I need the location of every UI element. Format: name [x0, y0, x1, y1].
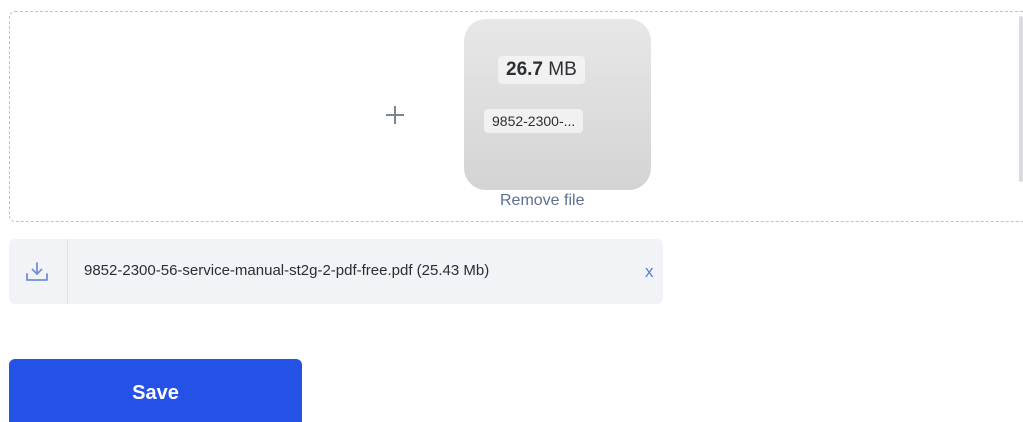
- attachment-icon-cell[interactable]: [9, 239, 68, 304]
- file-size-unit: MB: [548, 59, 577, 80]
- plus-icon[interactable]: [384, 104, 406, 126]
- remove-file-link[interactable]: Remove file: [500, 191, 584, 211]
- file-upload-form: 26.7 MB 9852-2300-... Remove file 9852-2…: [0, 0, 1023, 422]
- close-icon[interactable]: x: [645, 263, 654, 281]
- download-icon[interactable]: [25, 261, 49, 283]
- file-size-label: 26.7 MB: [498, 56, 585, 84]
- attachment-row: 9852-2300-56-service-manual-st2g-2-pdf-f…: [9, 239, 663, 304]
- scrollbar[interactable]: [1019, 16, 1023, 182]
- file-name-label: 9852-2300-...: [484, 109, 584, 133]
- file-preview-card: [464, 19, 651, 190]
- save-button[interactable]: Save: [9, 359, 302, 422]
- file-size-value: 26.7: [506, 59, 543, 80]
- save-button-label: Save: [132, 382, 179, 404]
- attachment-file-name[interactable]: 9852-2300-56-service-manual-st2g-2-pdf-f…: [84, 261, 489, 281]
